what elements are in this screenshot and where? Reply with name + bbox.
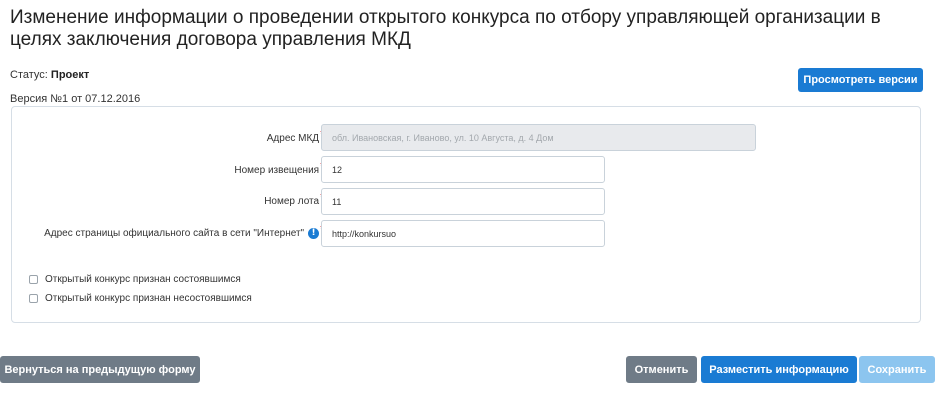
website-input[interactable] <box>321 220 605 247</box>
notice-number-label-wrap: Номер извещения* <box>234 161 324 176</box>
checkbox-row-held[interactable]: Открытый конкурс признан состоявшимся <box>29 274 241 285</box>
website-label-wrap: Адрес страницы официального сайта в сети… <box>44 224 324 240</box>
page-title: Изменение информации о проведении открыт… <box>10 7 881 50</box>
publish-button[interactable]: Разместить информацию <box>701 356 857 383</box>
address-label: Адрес МКД <box>266 133 320 144</box>
lot-number-input[interactable] <box>321 188 605 215</box>
save-button[interactable]: Сохранить <box>859 356 935 383</box>
status-value: Проект <box>50 69 90 81</box>
address-input[interactable] <box>321 124 756 151</box>
notice-number-input[interactable] <box>321 156 605 183</box>
form-panel: Адрес МКД* Номер извещения* Номер лота* … <box>11 106 921 323</box>
checkbox-not-held[interactable] <box>29 294 38 303</box>
checkbox-row-not-held[interactable]: Открытый конкурс признан несостоявшимся <box>29 293 252 304</box>
version-info: Версия №1 от 07.12.2016 <box>10 93 141 105</box>
checkbox-held-label: Открытый конкурс признан состоявшимся <box>45 274 241 285</box>
cancel-button[interactable]: Отменить <box>626 356 697 383</box>
status-line: Статус: Проект <box>10 69 89 81</box>
notice-number-label: Номер извещения <box>234 165 320 176</box>
view-versions-button[interactable]: Просмотреть версии <box>798 68 923 92</box>
back-button[interactable]: Вернуться на предыдущую форму <box>0 356 200 383</box>
status-label: Статус: <box>10 69 48 81</box>
address-label-wrap: Адрес МКД* <box>266 129 324 144</box>
website-label: Адрес страницы официального сайта в сети… <box>44 228 305 240</box>
lot-number-label: Номер лота <box>264 196 320 207</box>
lot-number-label-wrap: Номер лота* <box>264 192 324 207</box>
checkbox-not-held-label: Открытый конкурс признан несостоявшимся <box>45 293 252 304</box>
info-icon[interactable]: ! <box>308 228 320 239</box>
checkbox-held[interactable] <box>29 275 38 284</box>
